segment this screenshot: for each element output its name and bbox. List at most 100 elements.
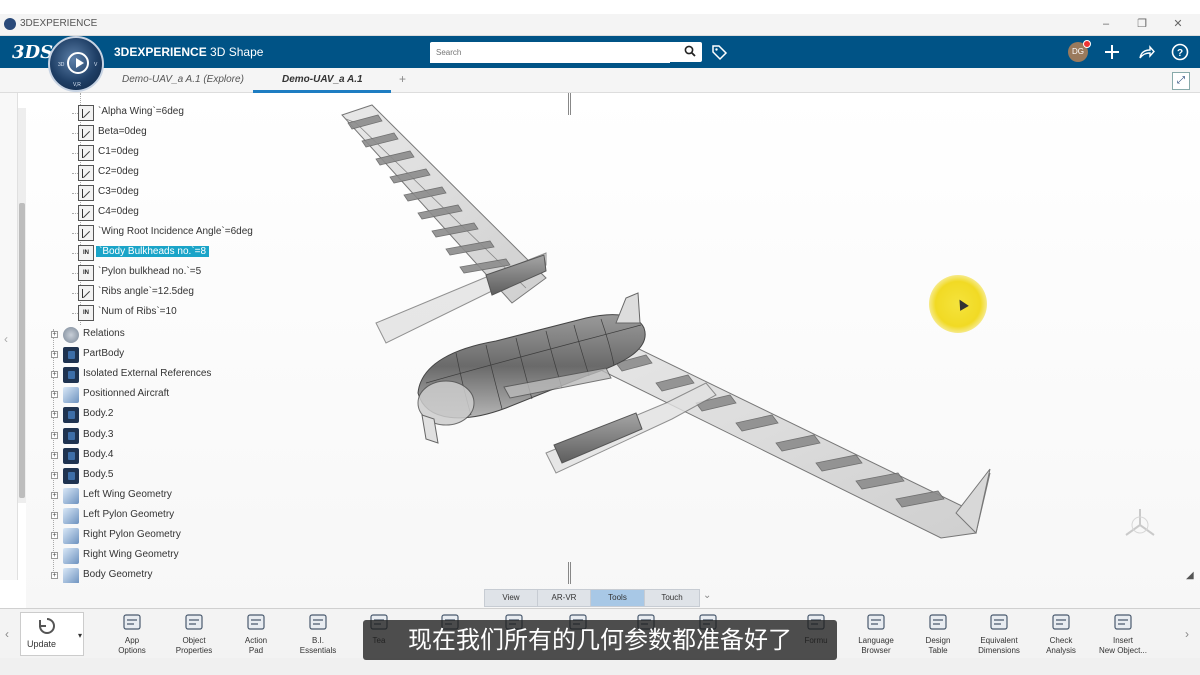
help-icon[interactable]: ? (1171, 43, 1189, 61)
update-dropdown-icon[interactable]: ▾ (78, 631, 82, 640)
body-icon (63, 347, 79, 364)
scroll-left-icon[interactable]: ‹ (5, 627, 9, 641)
body-icon (63, 427, 79, 444)
tree-parameter-label: `Wing Root Incidence Angle`=6deg (98, 226, 253, 237)
minimize-button[interactable]: – (1098, 16, 1114, 32)
geometry-icon (63, 548, 79, 565)
update-button[interactable]: Update ▾ (20, 612, 84, 656)
avatar[interactable]: DG (1068, 40, 1091, 62)
action-label: Check Analysis (1046, 636, 1076, 655)
new-tab-icon[interactable]: + (399, 72, 406, 86)
action-pad-icon (247, 614, 265, 630)
search-box[interactable] (430, 42, 702, 63)
integer-param-icon: IN (78, 265, 94, 281)
bottom-margin (0, 658, 1200, 675)
collapse-left-icon[interactable]: ‹ (4, 332, 8, 346)
tree-node-label: Right Wing Geometry (83, 549, 179, 561)
body-icon (63, 367, 79, 384)
compass-label-left: 3D (58, 62, 65, 68)
angle-param-icon (78, 125, 94, 141)
tail-fin (615, 292, 641, 324)
angle-param-icon (78, 225, 94, 241)
resize-handle-icon[interactable]: ◢ (1186, 570, 1194, 581)
tree-node-label: Left Pylon Geometry (83, 508, 175, 520)
share-icon[interactable] (1137, 43, 1155, 61)
splitter-top[interactable] (568, 93, 571, 115)
tree-scrollbar[interactable] (18, 108, 26, 503)
tree-parameter-label: `Pylon bulkhead no.`=5 (98, 266, 202, 277)
action-button[interactable]: Design Table (908, 610, 968, 658)
action-button[interactable]: Insert New Object... (1093, 610, 1153, 658)
tree-parameter-label: C4=0deg (98, 206, 139, 217)
action-label: App Options (118, 636, 146, 655)
compass-label-right: V (94, 62, 98, 68)
angle-param-icon (78, 165, 94, 181)
angle-param-icon (78, 145, 94, 161)
expand-icon[interactable]: + (51, 371, 58, 379)
insert-object-icon (1114, 614, 1132, 630)
tree-node-label: Relations (83, 328, 125, 339)
integer-param-icon: IN (78, 305, 94, 321)
action-label: Equivalent Dimensions (978, 636, 1020, 655)
app-options-icon (123, 614, 141, 630)
geometry-icon (63, 568, 79, 583)
action-button[interactable]: Object Properties (164, 610, 224, 658)
check-analysis-icon (1052, 614, 1070, 630)
action-button[interactable]: B.I. Essentials (288, 610, 348, 658)
specification-tree: `Alpha Wing`=6deg Beta=0deg C1=0deg C2=0deg… (30, 93, 320, 583)
expand-icon[interactable]: + (51, 391, 58, 399)
svg-text:?: ? (1177, 48, 1183, 59)
action-label: Design Table (925, 636, 951, 655)
section-tab[interactable]: AR-VR (537, 589, 591, 607)
action-button[interactable]: App Options (102, 610, 162, 658)
tree-parameter-label: C2=0deg (98, 166, 139, 177)
tree-parameter-label: `Body Bulkheads no.`=8 (96, 246, 210, 257)
scrollbar-thumb[interactable] (19, 203, 25, 498)
play-icon[interactable] (67, 52, 89, 74)
expand-icon[interactable]: + (51, 532, 58, 539)
update-icon (39, 618, 55, 634)
tab-explore[interactable]: Demo-UAV_a A.1 (Explore) (122, 74, 244, 85)
expand-icon[interactable]: + (51, 511, 58, 519)
add-icon[interactable] (1103, 43, 1121, 61)
expand-icon[interactable]: + (51, 431, 58, 439)
geometry-icon (63, 387, 79, 404)
scroll-right-icon[interactable]: › (1185, 627, 1189, 641)
window-title: 3DEXPERIENCE (20, 18, 98, 29)
action-button[interactable]: Equivalent Dimensions (969, 610, 1029, 658)
tree-parameter-label: `Num of Ribs`=10 (98, 306, 177, 317)
section-tab[interactable]: View (484, 589, 538, 607)
expand-icon[interactable]: + (51, 411, 58, 419)
compass-widget[interactable]: 3D V V,R (48, 36, 104, 92)
tab-active[interactable]: Demo-UAV_a A.1 (282, 74, 363, 85)
object-properties-icon (185, 614, 203, 630)
expand-icon[interactable]: + (51, 471, 58, 479)
restore-button[interactable]: ❐ (1134, 16, 1150, 32)
video-subtitle: 现在我们所有的几何参数都准备好了 (363, 620, 837, 660)
action-label: Action Pad (244, 636, 268, 655)
expand-sections-icon[interactable]: ⌄ (703, 590, 711, 601)
expand-icon[interactable]: + (51, 572, 58, 580)
search-input[interactable] (430, 42, 670, 63)
axis-triad-icon[interactable] (1120, 505, 1160, 545)
maximize-viewer-icon[interactable]: ⤢ (1172, 72, 1190, 90)
body-icon (63, 407, 79, 424)
expand-icon[interactable]: + (51, 451, 58, 459)
close-button[interactable]: ✕ (1170, 16, 1186, 32)
splitter-bottom[interactable] (568, 562, 571, 584)
section-tab[interactable]: Touch (644, 589, 700, 607)
search-icon[interactable] (684, 45, 696, 57)
action-button[interactable]: Check Analysis (1031, 610, 1091, 658)
equivalent-dimensions-icon (990, 614, 1008, 630)
action-button[interactable]: Language Browser (846, 610, 906, 658)
section-tab[interactable]: Tools (590, 589, 645, 607)
tree-node-label: Isolated External References (83, 368, 212, 380)
expand-icon[interactable]: + (51, 351, 58, 359)
app-window: 3DEXPERIENCE – ❐ ✕ 3DS 3DEXPERIENCE 3D S… (0, 0, 1200, 675)
body-icon (63, 467, 79, 484)
expand-icon[interactable]: + (51, 491, 58, 499)
tag-icon[interactable] (710, 43, 728, 61)
expand-icon[interactable]: + (51, 331, 58, 338)
action-button[interactable]: Action Pad (226, 610, 286, 658)
expand-icon[interactable]: + (51, 552, 58, 560)
